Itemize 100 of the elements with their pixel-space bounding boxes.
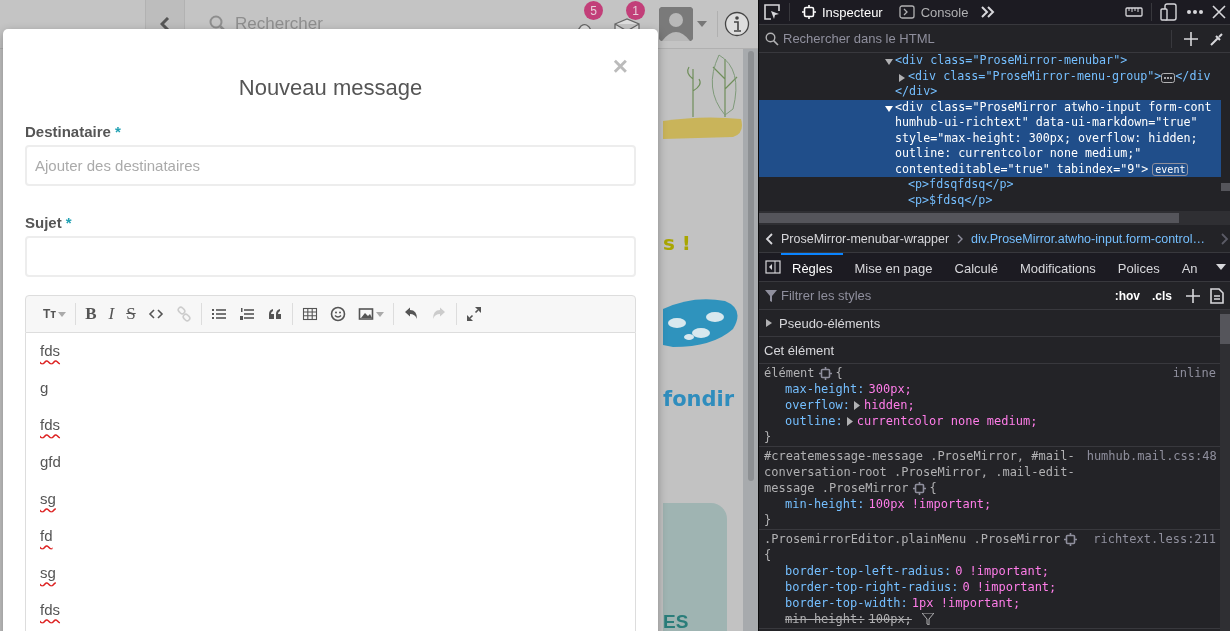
editor-text-line: fd bbox=[40, 526, 53, 546]
brace: } bbox=[764, 430, 772, 444]
more-tools-icon[interactable] bbox=[980, 5, 997, 19]
html-node[interactable]: <p>$fdsq</p> bbox=[759, 192, 1221, 208]
css-value[interactable]: 0 !important; bbox=[962, 579, 1057, 595]
image-icon[interactable] bbox=[357, 306, 374, 322]
card-title: ES bbox=[663, 612, 689, 631]
html-markup: contenteditable="true" tabindex="9"> bbox=[895, 161, 1149, 177]
panel-tab[interactable]: Polices bbox=[1106, 253, 1171, 281]
html-node[interactable] bbox=[759, 99, 1221, 177]
eyedropper-icon[interactable] bbox=[1210, 31, 1224, 46]
breadcrumb[interactable]: ProseMirror-menubar-wrapper bbox=[781, 231, 950, 246]
document-icon[interactable] bbox=[1210, 287, 1224, 304]
section-title: Cet élément bbox=[764, 342, 835, 358]
css-property[interactable]: border-top-left-radius: bbox=[785, 563, 952, 579]
quote-icon[interactable] bbox=[266, 306, 283, 322]
target-icon[interactable] bbox=[1064, 532, 1078, 546]
expand-icon[interactable] bbox=[465, 306, 482, 322]
element-picker-icon[interactable] bbox=[763, 3, 781, 21]
chevron-left-icon bbox=[160, 17, 170, 31]
target-icon[interactable] bbox=[818, 366, 832, 380]
search-icon bbox=[765, 31, 779, 46]
pseudo-elements-toggle[interactable]: Pseudo-éléments bbox=[779, 315, 881, 331]
css-property[interactable]: min-height: bbox=[785, 496, 865, 512]
bold-button[interactable]: B bbox=[80, 303, 102, 325]
html-node[interactable]: <p>fdsqfdsq</p> bbox=[759, 177, 1221, 193]
brace: { bbox=[764, 548, 772, 562]
filter-icon[interactable] bbox=[921, 613, 934, 625]
toggle-button[interactable]: .cls bbox=[1148, 288, 1176, 303]
add-icon[interactable] bbox=[1186, 288, 1200, 303]
html-node[interactable]: <div class="ProseMirror-menu-group"> </div bbox=[759, 68, 1221, 84]
css-selector: .ProsemirrorEditor.plainMenu .ProseMirror bbox=[764, 531, 1061, 547]
devtools-tab[interactable]: Inspecteur bbox=[798, 0, 887, 24]
more-icon[interactable] bbox=[1186, 9, 1204, 15]
responsive-icon[interactable] bbox=[1160, 3, 1178, 21]
css-property[interactable]: outline: bbox=[785, 413, 843, 429]
html-markup: humhub-ui-richtext" data-ui-markdown="true" bbox=[895, 115, 1198, 131]
rule-source[interactable]: inline bbox=[1172, 365, 1216, 381]
css-value[interactable]: 0 !important; bbox=[955, 563, 1050, 579]
breadcrumb[interactable]: div.ProseMirror.atwho-input.form-control… bbox=[971, 231, 1205, 246]
editor-text-line: gfd bbox=[40, 452, 61, 472]
panel-tab[interactable]: Calculé bbox=[943, 253, 1009, 281]
css-value[interactable]: 100px; bbox=[868, 611, 912, 627]
target-icon bbox=[802, 5, 816, 19]
css-value[interactable]: 1px !important; bbox=[911, 595, 1021, 611]
expand-toggle-icon[interactable] bbox=[885, 58, 893, 66]
panel-tab[interactable]: Règles bbox=[781, 253, 844, 281]
ellipsis-icon[interactable] bbox=[1161, 72, 1176, 83]
expand-toggle-icon[interactable] bbox=[898, 73, 906, 82]
css-value[interactable]: 300px; bbox=[868, 381, 912, 397]
text-size-button[interactable]: Tт bbox=[38, 303, 72, 325]
editor-text-line: fds bbox=[40, 341, 60, 361]
message-editor[interactable]: fds g fds gfd sg fd sg fds bbox=[25, 333, 636, 631]
css-property[interactable]: overflow: bbox=[785, 397, 851, 413]
event-badge[interactable]: event bbox=[1152, 162, 1189, 176]
rule-source[interactable]: richtext.less:211 bbox=[1093, 531, 1217, 547]
css-selector: message .ProseMirror bbox=[764, 480, 909, 496]
css-property[interactable]: border-top-width: bbox=[785, 595, 908, 611]
add-icon[interactable] bbox=[1184, 31, 1198, 46]
css-property[interactable]: border-top-right-radius: bbox=[785, 579, 959, 595]
close-icon[interactable] bbox=[1212, 5, 1226, 19]
scrollbar[interactable] bbox=[759, 211, 1230, 225]
css-property[interactable]: min-height: bbox=[785, 611, 865, 627]
filter-field[interactable]: Filtrer les styles bbox=[781, 288, 1107, 303]
devtools-tab[interactable]: Console bbox=[894, 0, 973, 24]
css-value[interactable]: currentcolor none medium; bbox=[856, 413, 1038, 429]
rule-source[interactable]: humhub.mail.css:48 bbox=[1086, 448, 1217, 496]
bullet-list-icon[interactable] bbox=[210, 306, 227, 322]
smiley-icon[interactable] bbox=[329, 306, 346, 322]
panel-tab[interactable]: An bbox=[1170, 253, 1209, 281]
chevron-left-icon[interactable] bbox=[765, 232, 773, 245]
target-icon[interactable] bbox=[912, 481, 926, 495]
expand-toggle-icon[interactable] bbox=[765, 319, 773, 327]
scrollbar[interactable] bbox=[1220, 310, 1230, 631]
numbered-list-icon[interactable] bbox=[238, 306, 255, 322]
toggle-button[interactable]: :hov bbox=[1110, 288, 1144, 303]
ruler-icon[interactable] bbox=[1125, 6, 1143, 18]
caret-icon[interactable] bbox=[1216, 264, 1226, 270]
css-selector: élément bbox=[764, 365, 815, 381]
css-value[interactable]: hidden; bbox=[864, 397, 915, 413]
panel-tab[interactable]: Modifications bbox=[1008, 253, 1107, 281]
table-icon[interactable] bbox=[301, 306, 318, 322]
caret-icon bbox=[375, 311, 384, 317]
terminal-icon bbox=[898, 5, 915, 19]
info-icon[interactable] bbox=[724, 11, 750, 37]
sidebar-toggle-icon[interactable] bbox=[765, 260, 781, 274]
html-markup: <div class="ProseMirror atwho-input form-cont bbox=[895, 99, 1212, 115]
field-label: Sujet * bbox=[25, 214, 73, 231]
html-markup: <p>fdsqfdsq</p> bbox=[908, 177, 1014, 193]
html-node[interactable]: <div class="ProseMirror-menubar"> bbox=[759, 53, 1221, 69]
editor-text-line: fds bbox=[40, 600, 60, 620]
expand-toggle-icon[interactable] bbox=[885, 104, 893, 113]
panel-tab[interactable]: Mise en page bbox=[843, 253, 944, 281]
filter-icon bbox=[765, 289, 777, 302]
text-field[interactable]: Ajouter des destinataires bbox=[25, 145, 636, 186]
html-search-field[interactable]: Rechercher dans le HTML bbox=[783, 31, 1167, 46]
css-value[interactable]: 100px !important; bbox=[868, 496, 992, 512]
italic-button[interactable]: I bbox=[103, 303, 120, 325]
strike-button[interactable]: S bbox=[121, 303, 141, 325]
css-property[interactable]: max-height: bbox=[785, 381, 865, 397]
